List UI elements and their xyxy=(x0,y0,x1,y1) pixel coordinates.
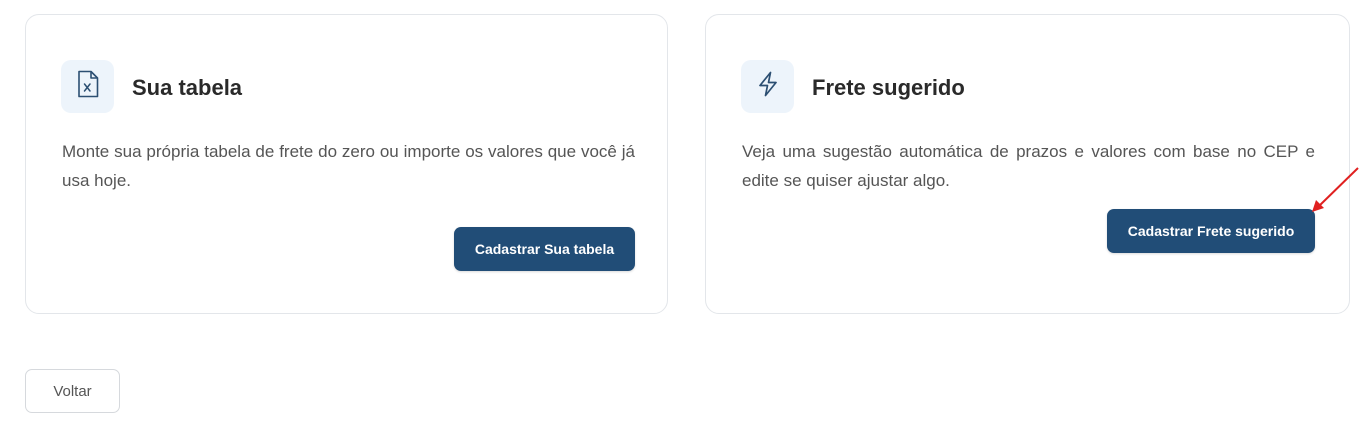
option-card-sua-tabela: Sua tabela Monte sua própria tabela de f… xyxy=(25,14,668,314)
card-description: Monte sua própria tabela de frete do zer… xyxy=(62,142,635,190)
card-title: Frete sugerido xyxy=(812,75,965,100)
option-card-frete-sugerido: Frete sugerido Veja uma sugestão automát… xyxy=(705,14,1350,314)
back-button[interactable]: Voltar xyxy=(25,369,120,413)
cadastrar-frete-sugerido-button[interactable]: Cadastrar Frete sugerido xyxy=(1107,209,1315,253)
spreadsheet-file-icon xyxy=(76,70,100,103)
lightning-bolt-icon xyxy=(756,71,780,102)
card-title: Sua tabela xyxy=(132,75,243,100)
cadastrar-sua-tabela-button[interactable]: Cadastrar Sua tabela xyxy=(454,227,635,271)
card-icon-container xyxy=(741,60,794,113)
card-icon-container xyxy=(61,60,114,113)
card-description: Veja uma sugestão automática de prazos e… xyxy=(742,142,1315,190)
